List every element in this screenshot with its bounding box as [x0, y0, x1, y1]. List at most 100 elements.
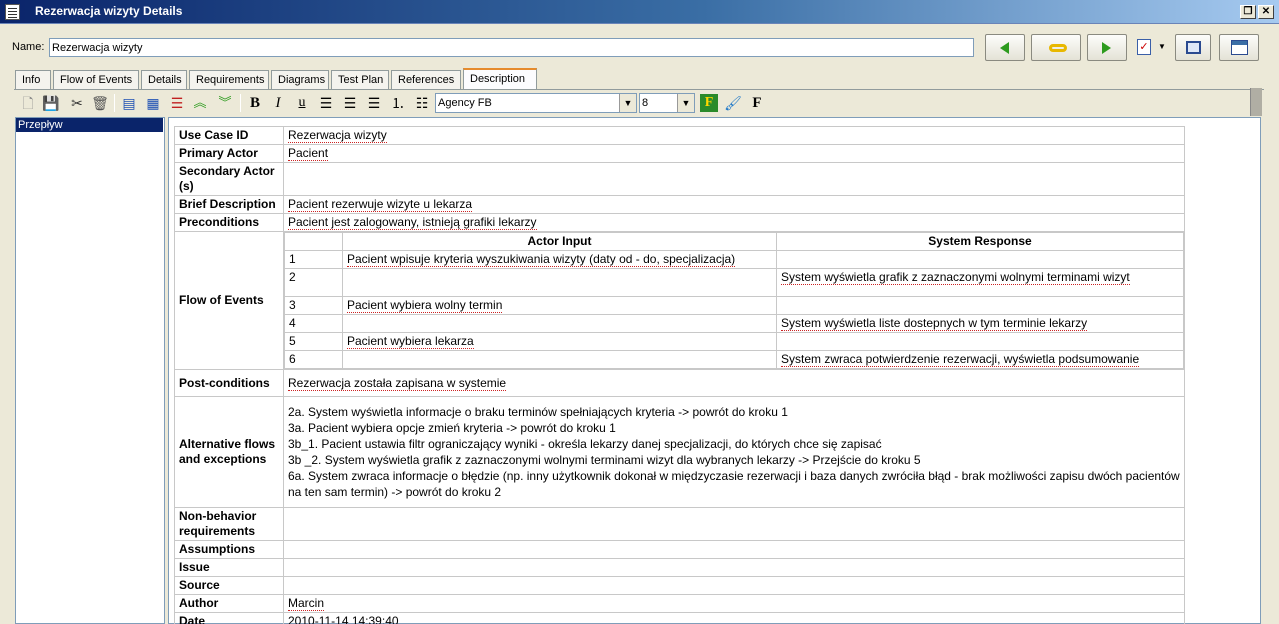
post-conditions-value[interactable]: Rezerwacja została zapisana w systemie [283, 369, 1185, 397]
flow-row: 5 Pacient wybiera lekarza [284, 332, 1184, 351]
flow-actor-text: Pacient wybiera lekarza [347, 334, 474, 349]
issue-label: Issue [174, 558, 284, 577]
table-row: Preconditions Pacient jest zalogowany, i… [174, 213, 1185, 232]
flow-actor-input[interactable] [342, 268, 777, 297]
delete-icon[interactable]: 🗑 [90, 93, 110, 113]
fill-color-icon[interactable]: 🖌 [723, 93, 743, 113]
insert-table-icon[interactable]: ▦ [143, 93, 163, 113]
flow-row: 1 Pacient wpisuje kryteria wyszukiwania … [284, 250, 1184, 269]
alternative-line: 6a. System zwraca informacje o błędzie (… [288, 469, 1180, 499]
next-button[interactable] [1087, 34, 1127, 61]
flow-row: 2 System wyświetla grafik z zaznaczonymi… [284, 268, 1184, 297]
assumptions-value[interactable] [283, 540, 1185, 559]
flow-actor-input[interactable] [342, 314, 777, 333]
window-icon [1186, 41, 1201, 54]
flow-actor-input[interactable]: Pacient wybiera wolny termin [342, 296, 777, 315]
author-value[interactable]: Marcin [283, 594, 1185, 613]
author-text: Marcin [288, 596, 325, 611]
flow-actor-input[interactable] [342, 350, 777, 369]
date-label: Date [174, 612, 284, 624]
insert-row-icon[interactable]: ▤ [119, 93, 139, 113]
use-case-id-label: Use Case ID [174, 126, 284, 145]
source-label: Source [174, 576, 284, 595]
table-row: Assumptions [174, 540, 1185, 559]
delete-row-icon[interactable]: ☰ [167, 93, 187, 113]
description-document[interactable]: Use Case ID Rezerwacja wizyty Primary Ac… [168, 117, 1261, 624]
close-icon[interactable]: ✕ [1258, 5, 1274, 19]
flow-of-events-value[interactable]: Actor Input System Response 1 Pacient wp… [283, 231, 1185, 370]
tab-test-plan[interactable]: Test Plan [331, 70, 389, 89]
source-value[interactable] [283, 576, 1185, 595]
flow-actor-input[interactable]: Pacient wybiera lekarza [342, 332, 777, 351]
underline-icon[interactable]: u [292, 93, 312, 113]
table-row: Primary Actor Pacient [174, 144, 1185, 163]
flow-system-response[interactable]: System zwraca potwierdzenie rezerwacji, … [776, 350, 1184, 369]
flow-system-response[interactable] [776, 250, 1184, 269]
flow-row: 6 System zwraca potwierdzenie rezerwacji… [284, 350, 1184, 369]
properties-button[interactable] [1219, 34, 1259, 61]
flow-actor-text: Pacient wybiera wolny termin [347, 298, 503, 313]
primary-actor-value[interactable]: Pacient [283, 144, 1185, 163]
font-size-select[interactable]: 8 ▼ [639, 93, 695, 113]
move-down-icon[interactable]: ︾ [215, 93, 235, 113]
align-right-icon[interactable]: ☰ [364, 93, 384, 113]
date-value[interactable]: 2010-11-14 14:39:40 [283, 612, 1185, 624]
bullet-list-icon[interactable]: ☷ [412, 93, 432, 113]
restore-icon[interactable]: ❐ [1240, 5, 1256, 19]
flow-header-row: Actor Input System Response [284, 232, 1184, 251]
checklist-menu-button[interactable]: ✓ ▼ [1133, 34, 1169, 61]
previous-button[interactable] [985, 34, 1025, 61]
link-button[interactable] [1031, 34, 1081, 61]
section-tree[interactable]: Przepływ [15, 117, 165, 624]
dropdown-arrow-icon[interactable]: ▼ [619, 94, 636, 112]
numbered-list-icon[interactable]: ⒈ [388, 93, 408, 113]
save-icon[interactable]: 💾 [41, 93, 61, 113]
table-row: Non-behavior requirements [174, 507, 1185, 541]
font-dialog-icon[interactable]: F [747, 93, 767, 113]
bold-icon[interactable]: B [245, 93, 265, 113]
flow-system-response[interactable]: System wyświetla liste dostepnych w tym … [776, 314, 1184, 333]
flow-of-events-label: Flow of Events [174, 231, 284, 370]
brief-description-value[interactable]: Pacient rezerwuje wizyte u lekarza [283, 195, 1185, 214]
tab-description[interactable]: Description [463, 68, 537, 90]
tab-requirements[interactable]: Requirements [189, 70, 269, 89]
secondary-actor-value[interactable] [283, 162, 1185, 196]
tab-info[interactable]: Info [15, 70, 51, 89]
issue-value[interactable] [283, 558, 1185, 577]
move-up-icon[interactable]: ︽ [190, 93, 210, 113]
align-center-icon[interactable]: ☰ [340, 93, 360, 113]
secondary-actor-label: Secondary Actor (s) [174, 162, 284, 196]
align-left-icon[interactable]: ☰ [316, 93, 336, 113]
use-case-table: Use Case ID Rezerwacja wizyty Primary Ac… [174, 126, 1185, 624]
flow-system-response[interactable]: System wyświetla grafik z zaznaczonymi w… [776, 268, 1184, 297]
tab-references[interactable]: References [391, 70, 461, 89]
flow-header-num [284, 232, 343, 251]
new-document-icon[interactable]: 🗋 [18, 93, 38, 113]
separator [240, 94, 241, 112]
alternative-flows-label: Alternative flows and exceptions [174, 396, 284, 508]
non-behavior-value[interactable] [283, 507, 1185, 541]
preconditions-value[interactable]: Pacient jest zalogowany, istnieją grafik… [283, 213, 1185, 232]
name-input[interactable] [49, 38, 974, 57]
save-close-button[interactable] [1175, 34, 1211, 61]
alternative-flows-value[interactable]: 2a. System wyświetla informacje o braku … [283, 396, 1185, 508]
cut-icon[interactable]: ✂ [67, 93, 87, 113]
arrow-left-icon [1000, 42, 1009, 54]
flow-system-response[interactable] [776, 296, 1184, 315]
dropdown-arrow-icon[interactable]: ▼ [677, 94, 694, 112]
flow-actor-input[interactable]: Pacient wpisuje kryteria wyszukiwania wi… [342, 250, 777, 269]
tab-diagrams[interactable]: Diagrams [271, 70, 329, 89]
tree-item-przeplyw[interactable]: Przepływ [16, 118, 163, 132]
use-case-id-value[interactable]: Rezerwacja wizyty [283, 126, 1185, 145]
font-family-select[interactable]: Agency FB ▼ [435, 93, 637, 113]
name-label: Name: [12, 41, 45, 53]
font-color-icon[interactable]: F [700, 94, 718, 112]
flow-system-response[interactable] [776, 332, 1184, 351]
italic-icon[interactable]: I [268, 93, 288, 113]
tab-details[interactable]: Details [141, 70, 187, 89]
flow-table: Actor Input System Response 1 Pacient wp… [284, 232, 1184, 369]
post-conditions-text: Rezerwacja została zapisana w systemie [288, 375, 507, 391]
table-row: Post-conditions Rezerwacja została zapis… [174, 369, 1185, 397]
preconditions-label: Preconditions [174, 213, 284, 232]
tab-flow-of-events[interactable]: Flow of Events [53, 70, 139, 89]
